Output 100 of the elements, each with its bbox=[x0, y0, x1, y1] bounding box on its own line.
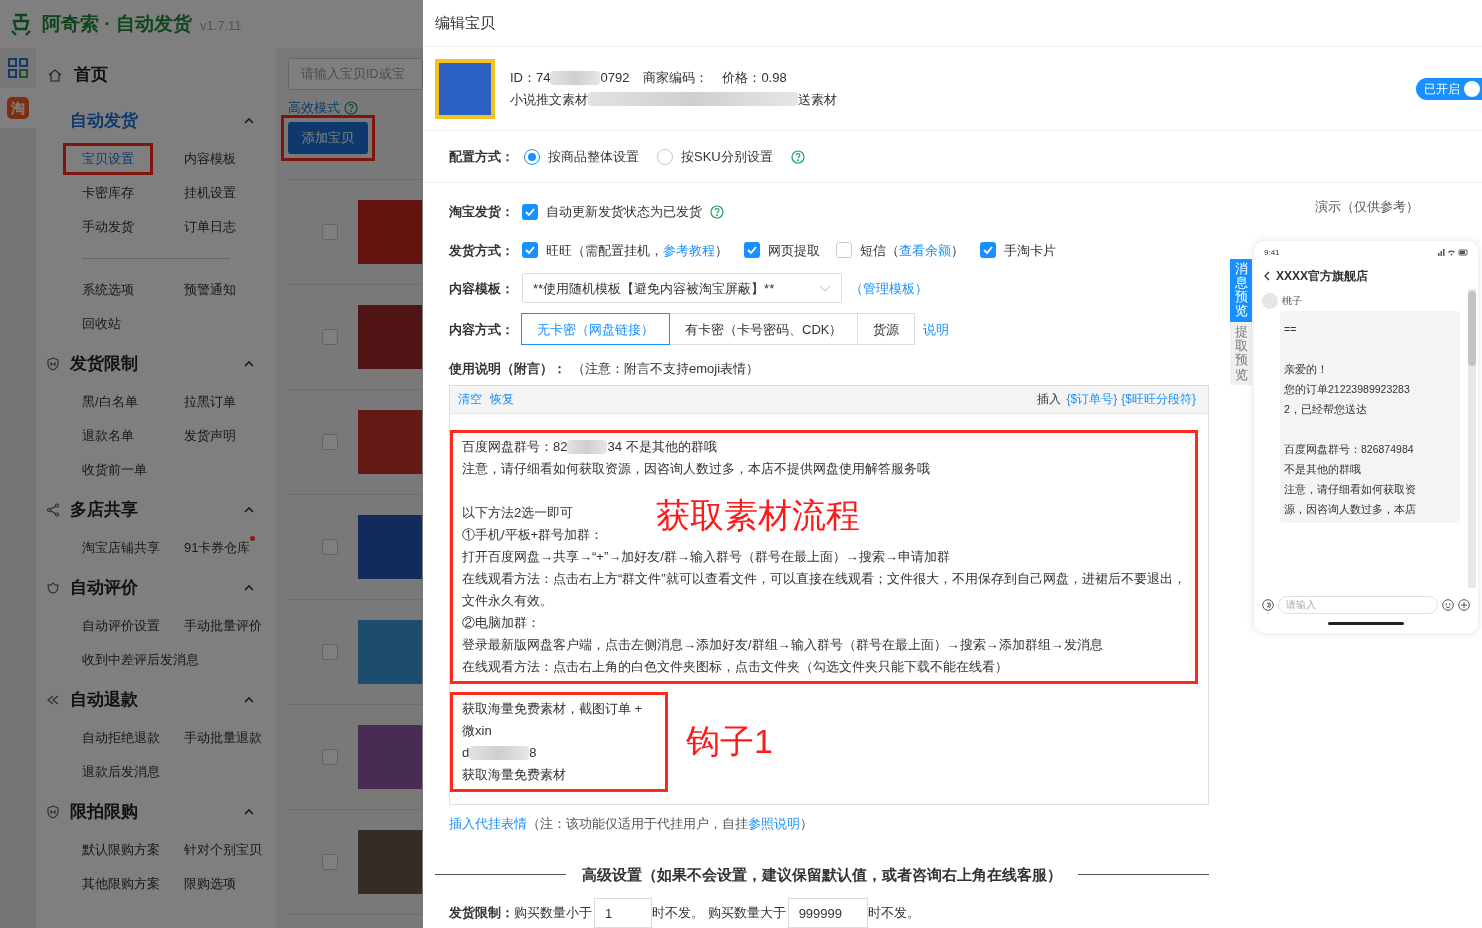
help-link[interactable]: 查看余额 bbox=[899, 242, 951, 258]
nav-group-title[interactable]: 发货限制 bbox=[70, 351, 244, 377]
blurred-text bbox=[550, 70, 601, 85]
checkbox[interactable] bbox=[322, 538, 338, 555]
editor-action[interactable]: 清空 bbox=[458, 390, 482, 409]
checkbox[interactable] bbox=[836, 242, 852, 259]
grid-icon[interactable] bbox=[0, 48, 36, 88]
taobao-badge[interactable]: 淘 bbox=[7, 97, 29, 119]
add-icon[interactable] bbox=[1458, 598, 1470, 611]
mode-link[interactable]: 高效模式 bbox=[288, 98, 340, 118]
nav-group-title[interactable]: 多店共享 bbox=[70, 497, 244, 523]
nav-item[interactable]: 针对个别宝贝 bbox=[180, 837, 266, 863]
message-editor[interactable] bbox=[449, 384, 1209, 805]
checkbox[interactable] bbox=[744, 242, 760, 259]
nav-item[interactable]: 退款后发消息 bbox=[78, 759, 164, 785]
nav-item[interactable]: 卡密库存 bbox=[78, 180, 138, 206]
editor-action[interactable]: 恢复 bbox=[490, 390, 514, 409]
photo-placeholder bbox=[358, 829, 422, 894]
shop-name: XXXX官方旗舰店 bbox=[1276, 267, 1368, 285]
checkbox[interactable] bbox=[322, 328, 338, 345]
check-icon bbox=[525, 246, 535, 255]
nav-item[interactable]: 内容模板 bbox=[180, 146, 240, 172]
nav-group-title[interactable]: 自动评价 bbox=[70, 575, 244, 601]
nav-item[interactable]: 其他限购方案 bbox=[78, 871, 164, 897]
checkbox-label[interactable]: 自动更新发货状态为已发货 bbox=[546, 202, 702, 222]
help-link[interactable]: 参照说明 bbox=[748, 816, 800, 831]
nav-item[interactable]: 预警通知 bbox=[180, 277, 240, 303]
photo-placeholder bbox=[358, 619, 422, 684]
field-label: 发货方式： bbox=[449, 241, 514, 260]
preview-tab[interactable]: 消息预览 bbox=[1230, 258, 1252, 322]
checkbox[interactable] bbox=[522, 242, 538, 259]
nav-item[interactable]: 手动批量评价 bbox=[180, 613, 266, 639]
checkbox-label[interactable]: 旺旺（需配置挂机，参考教程） bbox=[546, 240, 728, 261]
checkbox-label[interactable]: 手淘卡片 bbox=[1004, 240, 1056, 261]
nav-item[interactable]: 退款名单 bbox=[78, 423, 138, 449]
checkbox[interactable] bbox=[322, 748, 338, 765]
message-line: 亲爱的！ bbox=[1284, 361, 1329, 377]
nav-group-title[interactable]: 自动退款 bbox=[70, 687, 244, 713]
nav-item[interactable]: 91卡券仓库 bbox=[180, 535, 255, 561]
blurred-text bbox=[567, 439, 608, 454]
checkbox-label[interactable]: 网页提取 bbox=[768, 240, 820, 261]
insert-token[interactable]: {$旺旺分段符} bbox=[1121, 390, 1196, 409]
nav-item[interactable]: 手动批量退款 bbox=[180, 725, 266, 751]
insert-emoji-link[interactable]: 插入代挂表情 bbox=[449, 816, 527, 831]
nav-item[interactable]: 自动拒绝退款 bbox=[78, 725, 164, 751]
insert-token[interactable]: {$订单号} bbox=[1066, 390, 1118, 409]
field-label: 使用说明（附言）： bbox=[449, 360, 566, 379]
help-icon bbox=[344, 100, 358, 115]
nav-item[interactable]: 挂机设置 bbox=[180, 180, 240, 206]
input-field[interactable]: 999999 bbox=[787, 898, 868, 928]
add-item-button[interactable]: 添加宝贝 bbox=[288, 121, 368, 154]
nav-group-title[interactable]: 自动发货 bbox=[70, 108, 244, 134]
nav-item[interactable]: 订单日志 bbox=[180, 214, 240, 240]
checkbox-label[interactable]: 短信（查看余额） bbox=[860, 240, 964, 261]
message-line: 源，因咨询人数过多，本店 bbox=[1284, 501, 1417, 517]
blurred-text bbox=[469, 745, 530, 760]
nav-item[interactable]: 发货声明 bbox=[180, 423, 240, 449]
nav-item[interactable]: 限购选项 bbox=[180, 871, 240, 897]
segment-tab[interactable]: 货源 bbox=[857, 313, 916, 346]
nav-item[interactable]: 默认限购方案 bbox=[78, 837, 164, 863]
photo-placeholder bbox=[358, 304, 422, 369]
text: 34 不是其他的群哦 bbox=[607, 437, 717, 456]
text: 8 bbox=[529, 743, 537, 762]
message-line: 百度网盘群号：826874984 bbox=[1284, 441, 1415, 457]
help-link[interactable]: 说明 bbox=[923, 319, 950, 339]
checkbox[interactable] bbox=[322, 433, 338, 450]
input-field[interactable]: 1 bbox=[594, 898, 652, 928]
text: 价格：0.98 bbox=[722, 69, 787, 87]
preview-tab[interactable]: 提取预览 bbox=[1230, 321, 1252, 385]
nav-item[interactable]: 自动评价设置 bbox=[78, 613, 164, 639]
toggle-switch[interactable]: 已开启 bbox=[1416, 77, 1482, 100]
nav-link[interactable]: 首页 bbox=[74, 62, 108, 88]
rewind-icon bbox=[46, 693, 60, 707]
nav-item[interactable]: 宝贝设置 bbox=[66, 146, 150, 172]
nav-item[interactable]: 拉黑订单 bbox=[180, 389, 240, 415]
checkbox[interactable] bbox=[322, 643, 338, 660]
nav-item[interactable]: 系统选项 bbox=[78, 277, 138, 303]
checkbox[interactable] bbox=[322, 223, 338, 240]
checkbox[interactable] bbox=[522, 203, 538, 220]
radio-label[interactable]: 按SKU分别设置 bbox=[681, 146, 773, 167]
nav-item[interactable]: 收到中差评后发消息 bbox=[78, 647, 203, 673]
voice-icon[interactable] bbox=[1262, 598, 1274, 611]
nav-item[interactable]: 手动发货 bbox=[78, 214, 138, 240]
checkbox[interactable] bbox=[980, 242, 996, 259]
help-link[interactable]: 参考教程 bbox=[663, 242, 715, 258]
segment-tab[interactable]: 有卡密（卡号密码、CDK） bbox=[669, 313, 859, 346]
nav-item[interactable]: 黑/白名单 bbox=[78, 389, 142, 415]
template-select[interactable]: **使用随机模板【避免内容被淘宝屏蔽】** bbox=[522, 273, 842, 304]
segment-tab[interactable]: 无卡密（网盘链接） bbox=[521, 313, 670, 346]
photo-placeholder bbox=[358, 199, 422, 264]
nav-item[interactable]: 回收站 bbox=[78, 311, 125, 337]
text: 在线观看方法：点击右上角的白色文件夹图标，点击文件夹（勾选文件夹只能下载不能在线看） bbox=[462, 657, 1008, 676]
nav-group-title[interactable]: 限拍限购 bbox=[70, 799, 244, 825]
nav-item[interactable]: 淘宝店铺共享 bbox=[78, 535, 164, 561]
radio-label[interactable]: 按商品整体设置 bbox=[548, 146, 639, 167]
logo-icon bbox=[8, 11, 34, 37]
checkbox[interactable] bbox=[322, 853, 338, 870]
emoji-icon[interactable] bbox=[1442, 598, 1454, 611]
manage-link[interactable]: （管理模板） bbox=[850, 278, 928, 298]
back-icon[interactable] bbox=[1264, 270, 1270, 281]
